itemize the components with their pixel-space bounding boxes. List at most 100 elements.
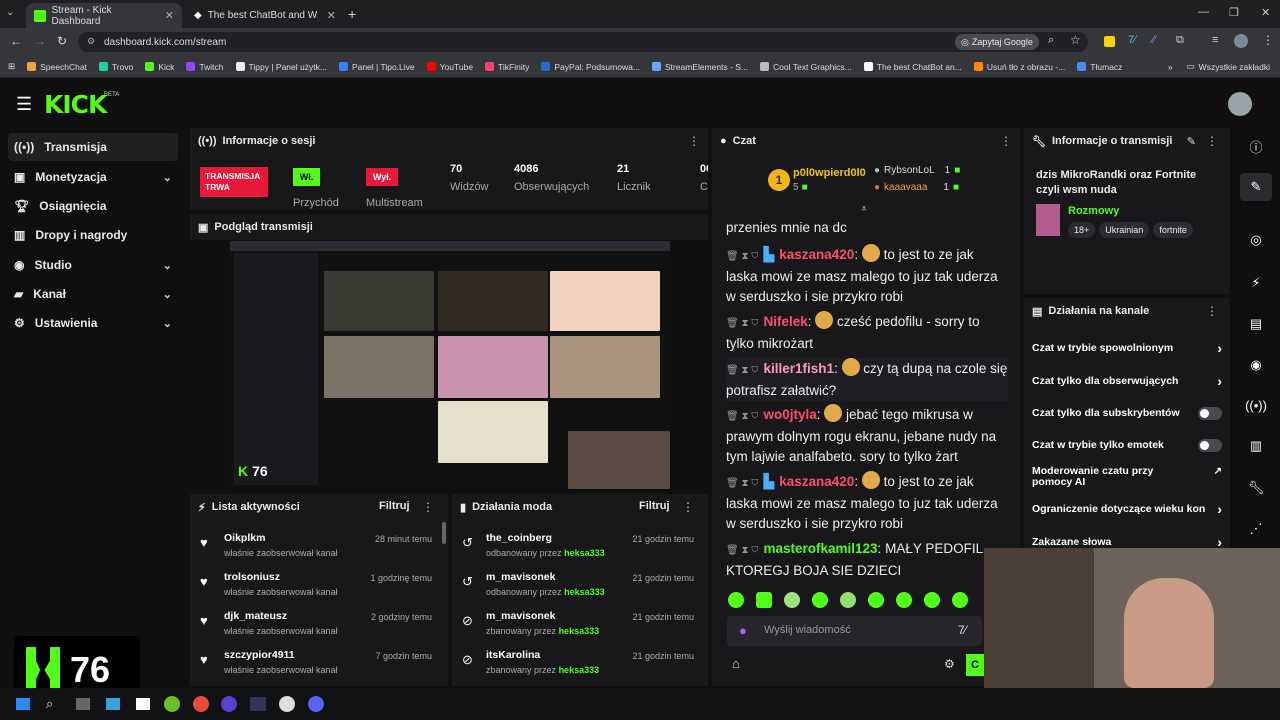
bookmark-item[interactable]: Kick bbox=[145, 62, 174, 72]
chat-settings-gear-icon[interactable]: ⚙ bbox=[944, 657, 955, 671]
tag-chip[interactable]: fortnite bbox=[1153, 222, 1193, 238]
back-icon[interactable]: ← bbox=[10, 34, 22, 48]
category-link[interactable]: Rozmowy bbox=[1068, 205, 1119, 217]
extension-icon[interactable]: ⁄⁄ bbox=[1152, 34, 1156, 46]
emote-icon[interactable] bbox=[840, 592, 856, 608]
banned-words-setting[interactable]: Zakazane słowa › bbox=[1032, 534, 1222, 550]
chat-username[interactable]: masterofkamil123 bbox=[763, 541, 877, 556]
chat-message[interactable]: 🗑︎ ⧗ ⛉ wo0jtyla: jebać tego mikrusa w pra… bbox=[726, 404, 1008, 467]
discord-icon[interactable] bbox=[308, 696, 324, 712]
activity-row[interactable]: ♥ Oikplkm właśnie zaobserwował kanał 28 min… bbox=[190, 528, 442, 566]
more-options-icon[interactable]: ⋮ bbox=[1000, 134, 1012, 148]
chat-username[interactable]: wo0jtyla bbox=[763, 407, 816, 422]
top-gifter-name[interactable]: p0l0wpierd0l0 bbox=[793, 167, 866, 179]
edit-pencil-icon[interactable]: ✎ bbox=[1187, 135, 1196, 148]
task-view-icon[interactable] bbox=[76, 698, 90, 710]
emote-only-toggle[interactable] bbox=[1198, 439, 1222, 452]
bookmark-item[interactable]: Twitch bbox=[186, 62, 224, 72]
app-icon[interactable] bbox=[250, 697, 266, 711]
mod-action-row[interactable]: ↺ m_mavisonek odbanowany przez heksa333 21 … bbox=[452, 567, 704, 605]
pinned-collapse-icon[interactable]: ⩡ bbox=[861, 203, 867, 216]
sidebar-item-kanal[interactable]: ▰ Kanał ⌄ bbox=[8, 280, 178, 308]
emote-icon[interactable] bbox=[728, 592, 744, 608]
stream-video[interactable]: K 76 bbox=[230, 241, 670, 489]
layout-icon[interactable]: ▥ bbox=[1240, 432, 1272, 460]
info-icon[interactable]: ⓘ bbox=[1240, 132, 1272, 160]
ai-moderation-setting[interactable]: Moderowanie czatu przy pomocy AI ↗ bbox=[1032, 466, 1222, 488]
bookmark-item[interactable]: Tłumacz bbox=[1077, 62, 1122, 72]
chat-input[interactable]: ● Wyślij wiadomość 7⁄ bbox=[727, 616, 982, 646]
site-info-icon[interactable]: ⚙ bbox=[87, 36, 95, 47]
multistream-off-badge[interactable]: Wył. bbox=[366, 168, 398, 186]
apps-grid-icon[interactable]: ⊞ bbox=[8, 61, 15, 72]
more-options-icon[interactable]: ⋮ bbox=[688, 134, 700, 148]
document-icon[interactable]: ▤ bbox=[1240, 310, 1272, 338]
sidebar-item-osiagniecia[interactable]: 🏆︎ Osiągnięcia bbox=[8, 192, 178, 220]
mod-action-row[interactable]: ⊘ itsKarolina zbanowany przez heksa333 21 g… bbox=[452, 645, 704, 683]
mod-action-row[interactable]: ↺ the_coinberg odbanowany przez heksa333 21… bbox=[452, 528, 704, 566]
revenue-on-badge[interactable]: Wł. bbox=[293, 168, 320, 186]
maximize-icon[interactable]: ❐ bbox=[1229, 6, 1239, 19]
activity-row[interactable]: ♥ trolsoniusz właśnie zaobserwował kanał 1 … bbox=[190, 567, 442, 605]
minimize-icon[interactable]: — bbox=[1198, 6, 1209, 18]
extensions-puzzle-icon[interactable]: ⧉ bbox=[1176, 34, 1184, 47]
mod-tools-icon[interactable]: 🗑︎ ⧗ ⛉ bbox=[726, 411, 758, 422]
bookmark-star-icon[interactable]: ☆ bbox=[1070, 33, 1081, 47]
more-options-icon[interactable]: ⋮ bbox=[682, 500, 694, 514]
mod-tools-icon[interactable]: 🗑︎ ⧗ ⛉ bbox=[726, 251, 758, 262]
close-tab-icon[interactable]: ✕ bbox=[165, 9, 174, 22]
age-restriction-setting[interactable]: Ograniczenie dotyczące wieku kon › bbox=[1032, 501, 1222, 517]
close-tab-icon[interactable]: ✕ bbox=[327, 9, 336, 22]
reload-icon[interactable]: ↻ bbox=[57, 34, 67, 48]
app-icon[interactable] bbox=[221, 696, 237, 712]
bookmark-item[interactable]: TikFinity bbox=[485, 62, 529, 72]
7tv-icon[interactable]: 7⁄ bbox=[958, 623, 967, 637]
extension-icon[interactable]: 7⁄ bbox=[1128, 34, 1136, 46]
store-icon[interactable]: ⌂ bbox=[732, 656, 740, 671]
filter-button[interactable]: Filtruj bbox=[379, 500, 410, 512]
zoom-icon[interactable]: ⌕ bbox=[1048, 34, 1054, 47]
url-input[interactable]: ⚙ dashboard.kick.com/stream bbox=[78, 32, 1088, 52]
kick-logo[interactable]: KICK bbox=[44, 90, 107, 119]
hamburger-menu-icon[interactable]: ☰ bbox=[16, 94, 32, 115]
chat-username[interactable]: killer1fish1 bbox=[763, 361, 834, 376]
chat-message[interactable]: 🗑︎ ⧗ ⛉ Nifelek: cześć pedofilu - sorry to… bbox=[726, 311, 1008, 354]
emote-icon[interactable] bbox=[868, 592, 884, 608]
tab-stream-dashboard[interactable]: Stream - Kick Dashboard ✕ bbox=[26, 3, 182, 28]
bookmark-item[interactable]: Panel | Tipo.Live bbox=[338, 62, 415, 72]
chat-username[interactable]: kaszana420 bbox=[779, 474, 854, 489]
more-options-icon[interactable]: ⋮ bbox=[1206, 134, 1218, 148]
ask-google-button[interactable]: ◎ Zapytaj Google bbox=[955, 34, 1039, 50]
app-icon[interactable] bbox=[136, 698, 150, 710]
sidebar-item-ustawienia[interactable]: ⚙ Ustawienia ⌄ bbox=[8, 309, 178, 337]
mod-tools-icon[interactable]: 🗑︎ ⧗ ⛉ bbox=[726, 318, 758, 329]
chat-message[interactable]: 🗑︎ ⧗ ⛉ ▙ kaszana420: to jest to ze jak las… bbox=[726, 471, 1008, 534]
chat-bubble-icon[interactable]: ◉ bbox=[1240, 351, 1272, 379]
user-avatar[interactable] bbox=[1228, 92, 1252, 116]
bookmark-item[interactable]: Cool Text Graphics... bbox=[760, 62, 852, 72]
chat-username[interactable]: Nifelek bbox=[763, 314, 807, 329]
chrome-menu-icon[interactable]: ⋮ bbox=[1262, 33, 1274, 47]
tab-list-icon[interactable]: ⌄ bbox=[6, 7, 14, 18]
slow-mode-setting[interactable]: Czat w trybie spowolnionym › bbox=[1032, 340, 1222, 356]
bookmark-item[interactable]: Usuń tło z obrazu -... bbox=[973, 62, 1065, 72]
chat-username[interactable]: kaszana420 bbox=[779, 247, 854, 262]
tag-chip[interactable]: 18+ bbox=[1068, 222, 1096, 238]
more-bookmarks-icon[interactable]: » bbox=[1168, 62, 1173, 72]
drag-handle-icon[interactable]: ⋰ bbox=[1240, 515, 1272, 543]
bookmark-item[interactable]: PayPal: Podsumowa... bbox=[541, 62, 640, 72]
sidebar-item-transmisja[interactable]: ((•)) Transmisja bbox=[8, 133, 178, 161]
sidebar-item-studio[interactable]: ◉ Studio ⌄ bbox=[8, 251, 178, 279]
bookmark-item[interactable]: YouTube bbox=[426, 62, 473, 72]
wrench-icon[interactable]: 🔧︎ bbox=[1240, 474, 1272, 502]
bookmark-item[interactable]: The best ChatBot an... bbox=[863, 62, 962, 72]
xbox-icon[interactable] bbox=[164, 696, 180, 712]
microphone-icon[interactable]: ● bbox=[739, 623, 747, 638]
chrome-icon[interactable] bbox=[193, 696, 209, 712]
top-gifter-3[interactable]: ● kaaavaaa 1 ■ bbox=[874, 182, 959, 193]
new-tab-icon[interactable]: + bbox=[348, 6, 356, 22]
sidebar-item-monetyzacja[interactable]: ▣ Monetyzacja ⌄ bbox=[8, 163, 178, 191]
emote-icon[interactable] bbox=[924, 592, 940, 608]
followers-only-setting[interactable]: Czat tylko dla obserwujących › bbox=[1032, 373, 1222, 389]
mod-tools-icon[interactable]: 🗑︎ ⧗ ⛉ bbox=[726, 365, 758, 376]
